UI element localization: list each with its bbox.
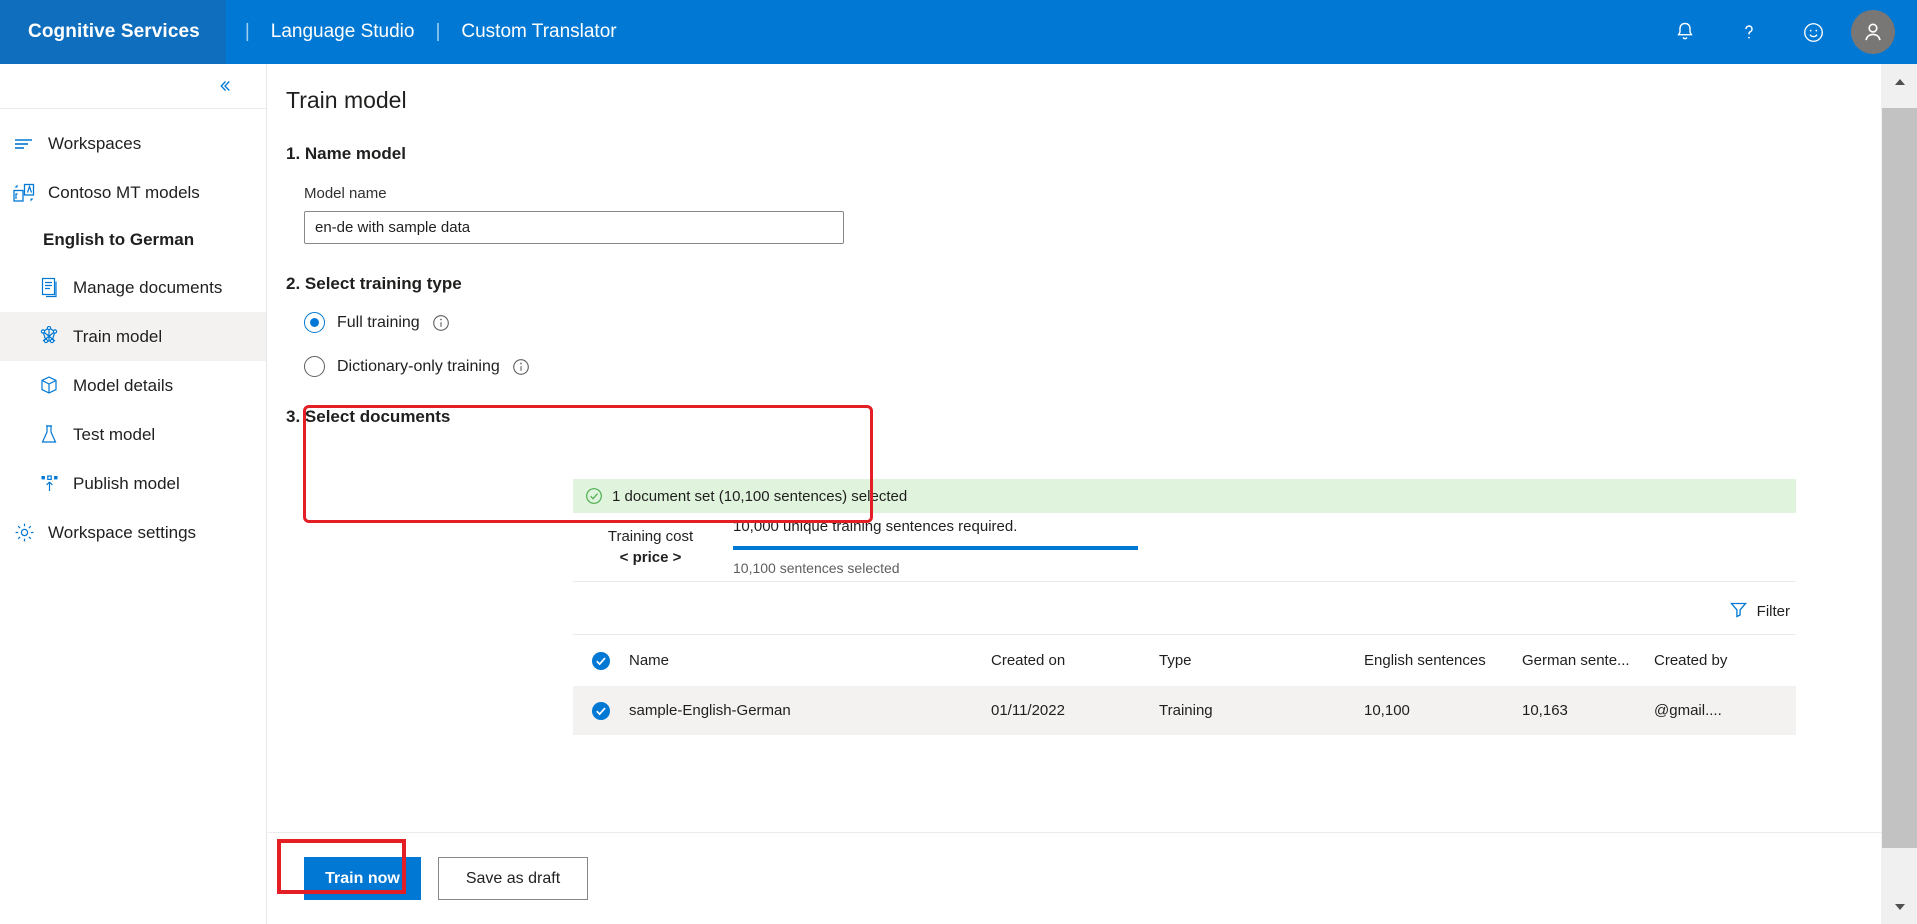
column-header-created-by[interactable]: Created by	[1654, 652, 1784, 669]
account-avatar[interactable]	[1851, 10, 1895, 54]
table-header-row: Name Created on Type English sentences G…	[573, 635, 1796, 686]
sidebar-item-label: Workspace settings	[48, 522, 197, 542]
filter-icon	[1729, 600, 1748, 623]
brand-label: Cognitive Services	[28, 21, 200, 42]
cell-created-by: @gmail....	[1654, 702, 1722, 719]
radio-dictionary-only-control[interactable]	[304, 356, 325, 377]
documents-table: Name Created on Type English sentences G…	[573, 634, 1796, 735]
training-cost-label: Training cost	[607, 528, 694, 545]
training-cost-panel: Training cost < price > 10,000 unique tr…	[573, 513, 1796, 582]
publish-upload-icon	[34, 473, 64, 495]
sidebar-item-contoso-mt-models[interactable]: Contoso MT models	[0, 168, 266, 217]
topbar-link-language-studio[interactable]: Language Studio	[269, 21, 417, 43]
bell-icon[interactable]	[1653, 0, 1717, 64]
top-navigation-bar: Cognitive Services | Language Studio | C…	[0, 0, 1917, 64]
column-header-created-on[interactable]: Created on	[991, 652, 1159, 669]
table-row[interactable]: sample-English-German 01/11/2022 Trainin…	[573, 686, 1796, 735]
translate-models-icon	[9, 182, 39, 204]
chevron-up-icon[interactable]	[1882, 64, 1917, 100]
cell-german-sentences: 10,163	[1522, 702, 1568, 719]
step-2-heading: 2. Select training type	[286, 274, 462, 293]
page-title: Train model	[286, 87, 407, 113]
model-name-label: Model name	[304, 185, 387, 202]
column-header-english-sentences[interactable]: English sentences	[1364, 652, 1522, 669]
column-header-german-sentences[interactable]: German sente...	[1522, 652, 1654, 669]
filter-row: Filter	[573, 588, 1796, 634]
help-icon[interactable]	[1717, 0, 1781, 64]
cell-english-sentences: 10,100	[1364, 702, 1410, 719]
sidebar-group-english-to-german: English to German	[0, 217, 266, 263]
brand-cognitive-services[interactable]: Cognitive Services	[0, 0, 226, 64]
sidebar-item-label: Workspaces	[48, 133, 142, 153]
sidebar-group-label: English to German	[43, 230, 195, 249]
sidebar-navigation: Workspaces Contoso MT models English to …	[0, 64, 267, 924]
sidebar-item-label: Model details	[73, 375, 174, 395]
document-set-selected-text: 1 document set (10,100 sentences) select…	[612, 487, 908, 505]
feedback-smiley-icon[interactable]	[1781, 0, 1845, 64]
document-set-selected-banner: 1 document set (10,100 sentences) select…	[573, 479, 1796, 513]
radio-dictionary-only-training[interactable]: Dictionary-only training	[304, 356, 1881, 377]
cell-name: sample-English-German	[629, 702, 791, 719]
sidebar-item-workspaces[interactable]: Workspaces	[0, 119, 266, 168]
topbar-separator-2: |	[435, 21, 441, 42]
radio-full-training[interactable]: Full training	[304, 312, 1881, 333]
scrollbar-thumb[interactable]	[1882, 108, 1917, 848]
main-content: Train model 1. Name model Model name 2. …	[268, 64, 1881, 924]
select-all-checkbox[interactable]	[573, 651, 629, 671]
radio-selected-dot	[310, 318, 319, 327]
step-1-heading: 1. Name model	[286, 144, 406, 163]
sidebar-item-train-model[interactable]: Train model	[0, 312, 266, 361]
topbar-separator-1: |	[244, 21, 250, 42]
double-chevron-left-icon[interactable]	[212, 74, 236, 98]
model-name-input[interactable]	[304, 211, 844, 244]
train-model-icon	[34, 326, 64, 348]
sidebar-item-model-details[interactable]: Model details	[0, 361, 266, 410]
radio-full-training-control[interactable]	[304, 312, 325, 333]
sidebar-item-workspace-settings[interactable]: Workspace settings	[0, 508, 266, 557]
column-header-name[interactable]: Name	[629, 652, 991, 669]
sidebar-item-label: Train model	[73, 326, 163, 346]
sidebar-item-label: Publish model	[73, 473, 180, 493]
save-as-draft-button[interactable]: Save as draft	[438, 857, 588, 900]
filter-label: Filter	[1756, 602, 1790, 620]
sidebar-header	[0, 64, 266, 109]
topbar-links: | Language Studio | Custom Translator	[226, 0, 619, 64]
training-requirement-text: 10,000 unique training sentences require…	[733, 518, 1018, 535]
workspaces-icon	[9, 133, 39, 155]
action-footer: Train now Save as draft	[268, 832, 1881, 924]
step-3-heading: 3. Select documents	[286, 407, 451, 426]
row-checkbox[interactable]	[573, 701, 629, 721]
training-progress-block: 10,000 unique training sentences require…	[733, 518, 1138, 576]
training-progress-track	[733, 546, 1138, 550]
check-circle-icon	[585, 487, 603, 505]
sidebar-item-manage-documents[interactable]: Manage documents	[0, 263, 266, 312]
train-now-button[interactable]: Train now	[304, 857, 421, 900]
flask-icon	[34, 424, 64, 446]
radio-full-training-label: Full training	[337, 313, 420, 331]
info-icon[interactable]	[512, 358, 530, 376]
filter-button[interactable]: Filter	[1729, 600, 1790, 623]
sidebar-item-label: Contoso MT models	[48, 182, 200, 202]
info-icon[interactable]	[432, 314, 450, 332]
chevron-down-icon[interactable]	[1882, 888, 1917, 924]
topbar-link-custom-translator[interactable]: Custom Translator	[459, 21, 618, 43]
cell-created-on: 01/11/2022	[991, 702, 1065, 719]
document-icon	[34, 277, 64, 299]
cell-type: Training	[1159, 702, 1213, 719]
column-header-type[interactable]: Type	[1159, 652, 1364, 669]
sidebar-item-publish-model[interactable]: Publish model	[0, 459, 266, 508]
topbar-actions	[1653, 0, 1917, 64]
sidebar-item-label: Manage documents	[73, 277, 223, 297]
gear-icon	[9, 522, 39, 544]
page-scrollbar[interactable]	[1881, 64, 1917, 924]
training-cost-block: Training cost < price >	[573, 528, 728, 566]
training-selected-text: 10,100 sentences selected	[733, 560, 900, 576]
sidebar-items: Workspaces Contoso MT models English to …	[0, 109, 266, 557]
training-progress-fill	[733, 546, 1138, 550]
sidebar-item-label: Test model	[73, 424, 156, 444]
sidebar-item-test-model[interactable]: Test model	[0, 410, 266, 459]
training-cost-price: < price >	[619, 549, 682, 566]
package-icon	[34, 375, 64, 397]
radio-dictionary-only-label: Dictionary-only training	[337, 357, 500, 375]
